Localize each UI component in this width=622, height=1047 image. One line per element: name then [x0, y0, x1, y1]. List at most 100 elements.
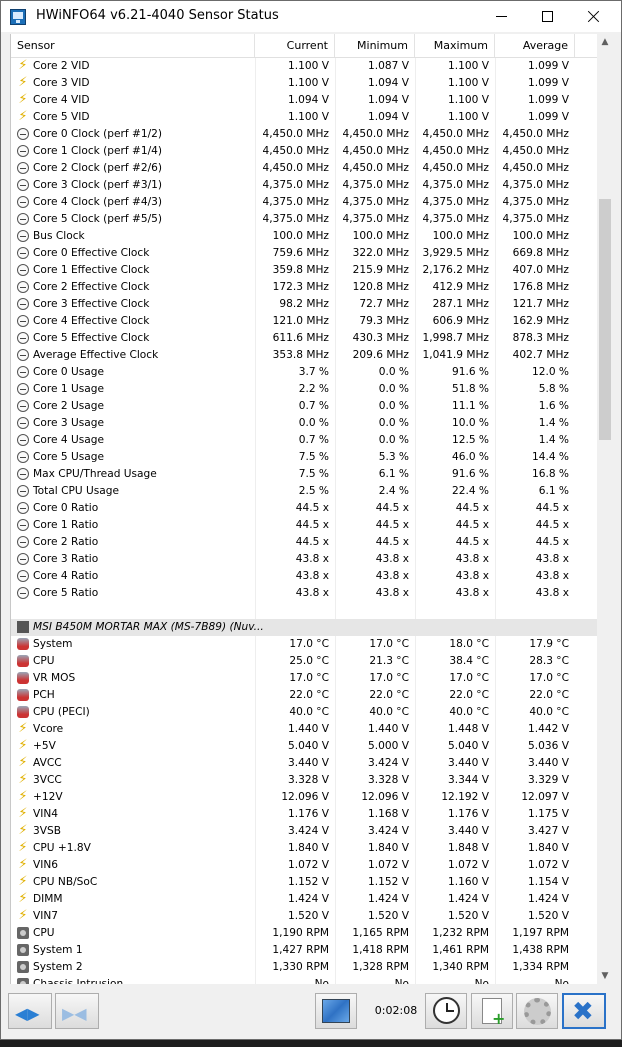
column-header-maximum[interactable]: Maximum [415, 34, 495, 57]
column-header-current[interactable]: Current [255, 34, 335, 57]
sensor-row[interactable]: ⚡ +5V 5.040 V 5.000 V 5.040 V 5.036 V [11, 738, 598, 755]
clock-icon [17, 519, 29, 531]
minimize-button[interactable] [479, 1, 525, 32]
sensor-row[interactable]: Core 3 Ratio 43.8 x 43.8 x 43.8 x 43.8 x [11, 551, 598, 568]
sensor-row[interactable]: ⚡ Core 4 VID 1.094 V 1.094 V 1.100 V 1.099 V [11, 92, 598, 109]
title-bar[interactable]: HWiNFO64 v6.21-4040 Sensor Status [1, 1, 621, 32]
sensor-row[interactable]: Total CPU Usage 2.5 % 2.4 % 22.4 % 6.1 % [11, 483, 598, 500]
average-value: 1.154 V [528, 876, 569, 888]
sensor-row[interactable]: Core 4 Effective Clock 121.0 MHz 79.3 MHz 6… [11, 313, 598, 330]
average-value: 43.8 x [535, 570, 569, 582]
sensor-row[interactable]: System 1 1,427 RPM 1,418 RPM 1,461 RPM 1,438… [11, 942, 598, 959]
sensor-row[interactable]: Max CPU/Thread Usage 7.5 % 6.1 % 91.6 % 16.8… [11, 466, 598, 483]
sensor-row[interactable]: ⚡ 3VSB 3.424 V 3.424 V 3.440 V 3.427 V [11, 823, 598, 840]
sensor-row[interactable]: Core 1 Ratio 44.5 x 44.5 x 44.5 x 44.5 x [11, 517, 598, 534]
sensor-row[interactable]: Core 4 Clock (perf #4/3) 4,375.0 MHz 4,375… [11, 194, 598, 211]
sensor-row[interactable]: CPU 25.0 °C 21.3 °C 38.4 °C 28.3 °C [11, 653, 598, 670]
sensor-row[interactable]: Core 5 Effective Clock 611.6 MHz 430.3 MHz… [11, 330, 598, 347]
sensor-row[interactable]: ⚡ Core 2 VID 1.100 V 1.087 V 1.100 V 1.099 V [11, 58, 598, 75]
bolt-icon: ⚡ [18, 891, 28, 906]
sensor-row[interactable]: Core 0 Clock (perf #1/2) 4,450.0 MHz 4,450… [11, 126, 598, 143]
sensor-row[interactable]: Core 2 Usage 0.7 % 0.0 % 11.1 % 1.6 % [11, 398, 598, 415]
average-value: 40.0 °C [529, 706, 569, 718]
sensor-row[interactable]: ⚡ +12V 12.096 V 12.096 V 12.192 V 12.097 V [11, 789, 598, 806]
sensor-row[interactable]: ⚡ AVCC 3.440 V 3.424 V 3.440 V 3.440 V [11, 755, 598, 772]
maximum-value: 51.8 % [451, 383, 489, 395]
close-button[interactable] [571, 1, 617, 32]
navigate-alt-button[interactable]: ▶◀ [55, 993, 99, 1029]
sensor-row[interactable]: Core 1 Clock (perf #1/4) 4,450.0 MHz 4,450… [11, 143, 598, 160]
sensor-row[interactable]: Core 5 Clock (perf #5/5) 4,375.0 MHz 4,375… [11, 211, 598, 228]
maximum-value: 606.9 MHz [432, 315, 489, 327]
current-value [255, 619, 335, 636]
sensor-row[interactable]: ⚡ Core 5 VID 1.100 V 1.094 V 1.100 V 1.099 V [11, 109, 598, 126]
sensor-row[interactable]: ⚡ Core 3 VID 1.100 V 1.094 V 1.100 V 1.099 V [11, 75, 598, 92]
scrollbar-thumb[interactable] [599, 198, 611, 440]
network-button[interactable] [315, 993, 357, 1029]
sensor-row[interactable]: Core 4 Ratio 43.8 x 43.8 x 43.8 x 43.8 x [11, 568, 598, 585]
sensor-row[interactable]: VR MOS 17.0 °C 17.0 °C 17.0 °C 17.0 °C [11, 670, 598, 687]
sensor-row[interactable] [11, 602, 598, 619]
sensor-row[interactable]: Chassis Intrusion No No No No [11, 976, 598, 984]
sensor-row[interactable]: Core 2 Effective Clock 172.3 MHz 120.8 MHz… [11, 279, 598, 296]
settings-button[interactable] [516, 993, 558, 1029]
sensor-name: +12V [33, 791, 63, 803]
sensor-row[interactable]: ⚡ CPU +1.8V 1.840 V 1.840 V 1.848 V 1.840 V [11, 840, 598, 857]
sensor-row[interactable]: CPU 1,190 RPM 1,165 RPM 1,232 RPM 1,197 RPM [11, 925, 598, 942]
sensor-row[interactable]: ⚡ VIN4 1.176 V 1.168 V 1.176 V 1.175 V [11, 806, 598, 823]
fan-icon [17, 944, 29, 956]
sensor-row[interactable]: Average Effective Clock 353.8 MHz 209.6 MH… [11, 347, 598, 364]
sensor-row[interactable]: Core 0 Usage 3.7 % 0.0 % 91.6 % 12.0 % [11, 364, 598, 381]
sensor-row[interactable]: ⚡ DIMM 1.424 V 1.424 V 1.424 V 1.424 V [11, 891, 598, 908]
sensor-row[interactable]: Core 5 Ratio 43.8 x 43.8 x 43.8 x 43.8 x [11, 585, 598, 602]
sensor-row[interactable]: CPU (PECI) 40.0 °C 40.0 °C 40.0 °C 40.0 °C [11, 704, 598, 721]
sensor-row[interactable]: Core 0 Ratio 44.5 x 44.5 x 44.5 x 44.5 x [11, 500, 598, 517]
clock-icon [17, 468, 29, 480]
logging-button[interactable] [471, 993, 513, 1029]
sensor-row[interactable]: Core 3 Clock (perf #3/1) 4,375.0 MHz 4,375… [11, 177, 598, 194]
close-sensors-button[interactable]: ✖ [562, 993, 606, 1029]
sensor-row[interactable]: PCH 22.0 °C 22.0 °C 22.0 °C 22.0 °C [11, 687, 598, 704]
column-header-average[interactable]: Average [495, 34, 575, 57]
current-value: 2.2 % [298, 383, 329, 395]
sensor-row[interactable]: Core 3 Usage 0.0 % 0.0 % 10.0 % 1.4 % [11, 415, 598, 432]
average-value: 1.099 V [528, 77, 569, 89]
maximize-button[interactable] [525, 1, 571, 32]
sensor-list[interactable]: Sensor Current Minimum Maximum Average ⚡… [10, 34, 598, 984]
sensor-row[interactable]: System 2 1,330 RPM 1,328 RPM 1,340 RPM 1,334… [11, 959, 598, 976]
sensor-row[interactable]: Core 4 Usage 0.7 % 0.0 % 12.5 % 1.4 % [11, 432, 598, 449]
sensor-row[interactable]: Core 3 Effective Clock 98.2 MHz 72.7 MHz 28… [11, 296, 598, 313]
sensor-row[interactable]: ⚡ VIN7 1.520 V 1.520 V 1.520 V 1.520 V [11, 908, 598, 925]
vertical-scrollbar[interactable]: ▲ ▼ [597, 34, 613, 984]
bolt-icon: ⚡ [18, 772, 28, 787]
sensor-row[interactable]: System 17.0 °C 17.0 °C 18.0 °C 17.9 °C [11, 636, 598, 653]
sensor-row[interactable]: ⚡ CPU NB/SoC 1.152 V 1.152 V 1.160 V 1.154 V [11, 874, 598, 891]
sensor-row[interactable]: Core 2 Clock (perf #2/6) 4,450.0 MHz 4,450… [11, 160, 598, 177]
current-value: 43.8 x [295, 553, 329, 565]
sensor-row[interactable]: Core 1 Usage 2.2 % 0.0 % 51.8 % 5.8 % [11, 381, 598, 398]
sensor-row[interactable]: Core 0 Effective Clock 759.6 MHz 322.0 MHz… [11, 245, 598, 262]
minimum-value: 22.0 °C [369, 689, 409, 701]
minimum-value: 21.3 °C [369, 655, 409, 667]
sensor-row[interactable]: ⚡ Vcore 1.440 V 1.440 V 1.448 V 1.442 V [11, 721, 598, 738]
current-value [255, 602, 335, 619]
scroll-down-arrow-icon[interactable]: ▼ [597, 968, 613, 984]
sensor-row[interactable]: ⚡ 3VCC 3.328 V 3.328 V 3.344 V 3.329 V [11, 772, 598, 789]
sensor-group-header[interactable]: MSI B450M MORTAR MAX (MS-7B89) (Nuv... [11, 619, 598, 636]
sensor-row[interactable]: Core 2 Ratio 44.5 x 44.5 x 44.5 x 44.5 x [11, 534, 598, 551]
sensor-row[interactable]: Bus Clock 100.0 MHz 100.0 MHz 100.0 MHz 100.… [11, 228, 598, 245]
sensor-row[interactable]: ⚡ VIN6 1.072 V 1.072 V 1.072 V 1.072 V [11, 857, 598, 874]
maximum-value: 1.448 V [448, 723, 489, 735]
reset-timer-button[interactable] [425, 993, 467, 1029]
sensor-name: Vcore [33, 723, 64, 735]
maximum-value: 12.192 V [441, 791, 489, 803]
column-header-sensor[interactable]: Sensor [11, 34, 255, 57]
sensor-row[interactable]: Core 1 Effective Clock 359.8 MHz 215.9 MHz… [11, 262, 598, 279]
navigate-left-right-button[interactable]: ◀▶ [8, 993, 52, 1029]
column-header-minimum[interactable]: Minimum [335, 34, 415, 57]
average-value [495, 619, 575, 636]
bolt-icon: ⚡ [18, 75, 28, 90]
sensor-rows: ⚡ Core 2 VID 1.100 V 1.087 V 1.100 V 1.099 V ⚡… [11, 58, 598, 984]
scroll-up-arrow-icon[interactable]: ▲ [597, 34, 613, 50]
sensor-row[interactable]: Core 5 Usage 7.5 % 5.3 % 46.0 % 14.4 % [11, 449, 598, 466]
